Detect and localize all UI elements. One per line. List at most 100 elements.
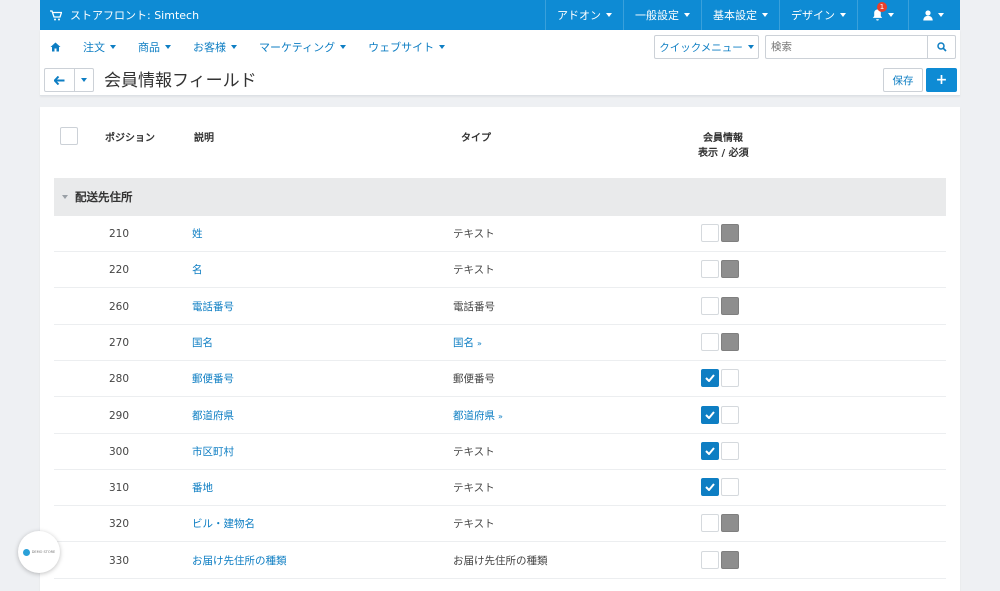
show-checkbox[interactable] — [701, 224, 719, 242]
row-type-label: 郵便番号 — [453, 373, 495, 386]
show-checkbox[interactable] — [701, 405, 719, 424]
row-position: 320 — [109, 518, 130, 531]
quick-menu-label: クイックメニュー — [659, 41, 743, 54]
row-description-link[interactable]: ビル・建物名 — [192, 506, 255, 542]
chevron-down-icon — [747, 45, 754, 49]
nav-orders-label: 注文 — [83, 41, 105, 54]
table-row: 260 電話番号 電話番号 — [54, 289, 946, 325]
nav-home[interactable] — [50, 42, 61, 52]
row-type: 電話番号 — [453, 289, 495, 325]
row-position: 300 — [109, 445, 130, 458]
double-chevron-right-icon: » — [498, 411, 503, 421]
table-row: 270 国名 国名» — [54, 325, 946, 361]
search-input[interactable] — [765, 35, 928, 59]
nav-website-label: ウェブサイト — [368, 41, 435, 54]
history-dropdown-button[interactable] — [75, 69, 93, 91]
row-description-link[interactable]: 郵便番号 — [192, 361, 234, 397]
table-row: 210 姓 テキスト — [54, 216, 946, 252]
row-description-link[interactable]: お届け先住所の種類 — [192, 543, 287, 579]
chevron-down-icon — [81, 78, 87, 82]
menu-design-label: デザイン — [791, 9, 835, 22]
save-button[interactable]: 保存 — [883, 68, 923, 92]
table-row: 220 名 テキスト — [54, 252, 946, 289]
table-row: 290 都道府県 都道府県» — [54, 398, 946, 434]
storefront-label: ストアフロント: Simtech — [70, 9, 200, 22]
storefront-switcher[interactable]: ストアフロント: Simtech — [40, 7, 199, 23]
menu-basic-settings-label: 基本設定 — [713, 9, 757, 22]
row-description-link[interactable]: 姓 — [192, 216, 203, 252]
row-description-link[interactable]: 都道府県 — [192, 398, 234, 434]
group-header-shipping-address[interactable]: 配送先住所 — [54, 178, 946, 216]
column-header-description: 説明 — [194, 133, 214, 144]
row-type: お届け先住所の種類 — [453, 543, 548, 579]
required-checkbox[interactable] — [721, 369, 739, 388]
menu-design[interactable]: デザイン — [779, 0, 857, 30]
menu-general-settings-label: 一般設定 — [635, 9, 679, 22]
required-checkbox[interactable] — [721, 478, 739, 497]
add-field-button[interactable]: + — [926, 68, 957, 92]
show-checkbox[interactable] — [701, 260, 719, 279]
row-type: テキスト — [453, 252, 495, 288]
demo-store-badge[interactable]: DEMO STORE — [18, 531, 60, 573]
row-description-link[interactable]: 国名 — [192, 325, 213, 361]
menu-basic-settings[interactable]: 基本設定 — [701, 0, 779, 30]
chevron-down-icon — [340, 45, 347, 49]
notifications-button[interactable]: 1 — [857, 0, 908, 30]
page-title: 会員情報フィールド — [104, 71, 257, 91]
row-type[interactable]: 都道府県» — [453, 398, 503, 435]
row-position: 330 — [109, 554, 130, 567]
back-button[interactable] — [45, 69, 75, 91]
table-row: 330 お届け先住所の種類 お届け先住所の種類 — [54, 543, 946, 579]
show-checkbox[interactable] — [701, 550, 719, 569]
row-type-label: テキスト — [453, 518, 495, 531]
menu-addons-label: アドオン — [557, 9, 601, 22]
nav-customers[interactable]: お客様 — [193, 39, 237, 55]
fields-table: ポジション 説明 タイプ 会員情報 表示 / 必須 配送先住所 210 姓テキスト… — [40, 107, 960, 591]
required-checkbox[interactable] — [721, 441, 739, 460]
nav-products[interactable]: 商品 — [138, 39, 171, 55]
search-button[interactable] — [928, 35, 956, 59]
menu-addons[interactable]: アドオン — [545, 0, 623, 30]
menu-general-settings[interactable]: 一般設定 — [623, 0, 701, 30]
row-position: 210 — [109, 228, 130, 240]
row-description-link[interactable]: 番地 — [192, 470, 213, 506]
row-type[interactable]: 国名» — [453, 325, 482, 362]
row-type: テキスト — [453, 470, 495, 506]
quick-menu-button[interactable]: クイックメニュー — [654, 35, 759, 59]
row-position: 260 — [109, 300, 130, 313]
required-checkbox[interactable] — [721, 405, 739, 424]
required-checkbox — [721, 296, 739, 315]
chevron-down-icon — [684, 13, 690, 17]
show-checkbox[interactable] — [701, 514, 719, 533]
nav-products-label: 商品 — [138, 41, 160, 54]
show-checkbox[interactable] — [701, 332, 719, 351]
chevron-down-icon — [231, 45, 237, 49]
double-chevron-right-icon: » — [477, 338, 482, 348]
row-type: テキスト — [453, 434, 495, 470]
row-type: 郵便番号 — [453, 361, 495, 397]
row-position: 280 — [109, 373, 130, 386]
notification-badge: 1 — [877, 2, 887, 12]
row-description-link[interactable]: 電話番号 — [192, 289, 234, 325]
chevron-down-icon — [840, 13, 846, 17]
user-menu-button[interactable] — [908, 0, 960, 30]
nav-website[interactable]: ウェブサイト — [368, 39, 446, 55]
check-icon — [705, 410, 715, 419]
show-checkbox[interactable] — [701, 441, 719, 460]
row-position: 310 — [109, 482, 130, 495]
row-description-link[interactable]: 市区町村 — [192, 434, 234, 470]
show-checkbox[interactable] — [701, 296, 719, 315]
nav-marketing[interactable]: マーケティング — [259, 39, 347, 55]
chevron-down-icon — [165, 45, 171, 49]
top-bar: ストアフロント: Simtech アドオン 一般設定 基本設定 デザイン 1 — [40, 0, 960, 30]
demo-store-logo-icon — [22, 548, 30, 556]
row-description-link[interactable]: 名 — [192, 252, 203, 288]
nav-orders[interactable]: 注文 — [83, 39, 116, 55]
show-checkbox[interactable] — [701, 478, 719, 497]
row-position: 220 — [109, 264, 130, 277]
check-icon — [705, 374, 715, 383]
required-checkbox — [721, 550, 739, 569]
show-checkbox[interactable] — [701, 369, 719, 388]
search-icon — [936, 42, 947, 52]
select-all-checkbox[interactable] — [60, 127, 78, 145]
